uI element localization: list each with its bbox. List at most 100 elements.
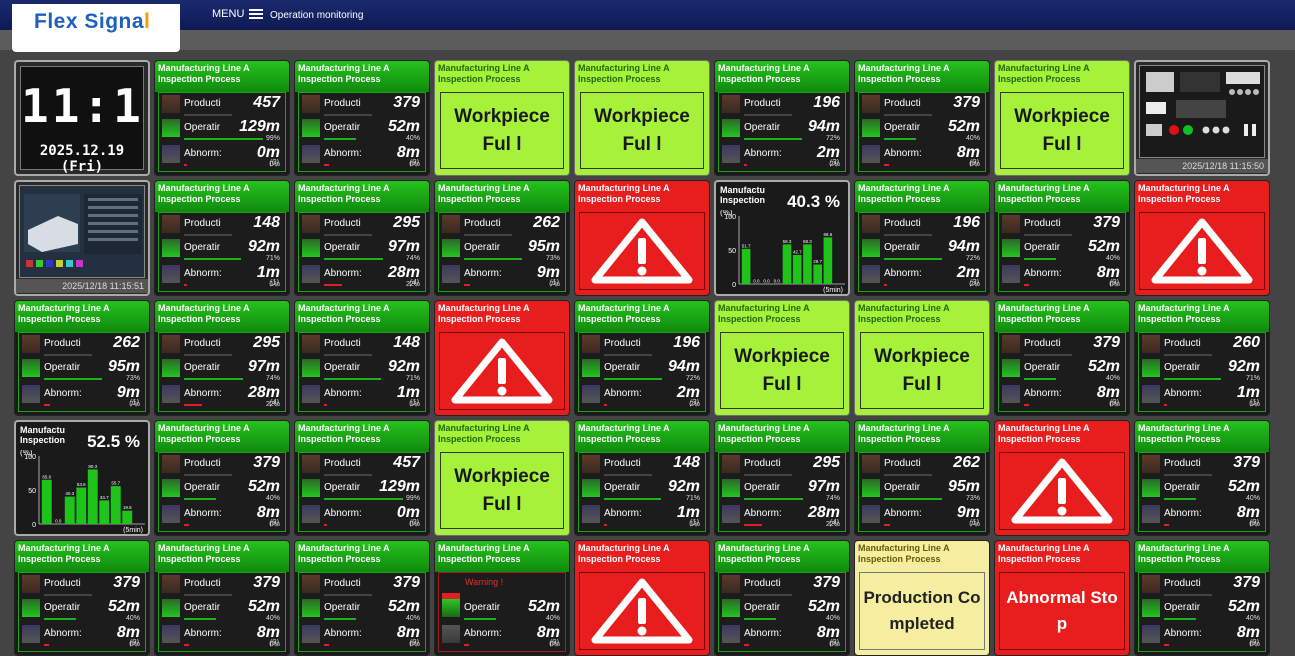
operation-row-value: 52m <box>107 598 140 615</box>
process-name: Inspection Process <box>438 74 521 84</box>
line-status-tile[interactable]: Manufacturing Line A Inspection Process Pr… <box>294 60 430 176</box>
chart-title-line2: Inspection <box>720 195 766 205</box>
process-name: Inspection Process <box>158 314 241 324</box>
line-status-tile[interactable]: Manufacturing Line A Inspection Process Pr… <box>714 540 850 656</box>
line-status-tile[interactable]: Manufacturing Line A Inspection Process Pr… <box>854 60 990 176</box>
abnormal-row: Abnorm: 2m 2% <box>722 143 842 169</box>
production-row: Producti 379 <box>302 573 422 599</box>
line-status-tile[interactable]: Manufacturing Line A Inspection Process Pr… <box>154 180 290 296</box>
tile-header: Manufacturing Line A Inspection Process <box>855 541 989 572</box>
production-row-indicator <box>302 215 320 233</box>
process-name: Inspection Process <box>298 554 381 564</box>
process-name: Inspection Process <box>1138 314 1221 324</box>
y-tick-label: 50 <box>28 488 36 495</box>
line-status-tile[interactable]: Manufacturing Line A Inspection Process Pr… <box>574 420 710 536</box>
abnormal-count: (1) <box>969 518 979 527</box>
status-tile[interactable]: Manufacturing Line A Inspection Process Pr… <box>854 540 990 656</box>
line-status-tile[interactable]: Manufacturing Line A Inspection Process Pr… <box>714 60 850 176</box>
status-tile[interactable]: Manufacturing Line A Inspection Process Wo… <box>714 300 850 416</box>
status-tile[interactable]: Manufacturing Line A Inspection Process Wo… <box>854 300 990 416</box>
bar-value-label: 51.7 <box>742 243 751 248</box>
production-row-indicator <box>162 335 180 353</box>
production-row-bar <box>324 114 372 116</box>
line-status-tile[interactable]: Manufacturing Line A Inspection Process Pr… <box>294 420 430 536</box>
production-row: Producti 379 <box>722 573 842 599</box>
operation-row-label: Operatir <box>184 122 221 133</box>
operation-row-value: 52m <box>387 598 420 615</box>
tile-header: Manufacturing Line A Inspection Process <box>575 181 709 212</box>
machine-data-line <box>88 214 138 217</box>
alarm-panel <box>579 572 705 650</box>
production-row-label: Producti <box>184 338 221 349</box>
line-status-tile[interactable]: Manufacturing Line A Inspection Process Pr… <box>994 180 1130 296</box>
line-status-tile[interactable]: Manufacturing Line A Inspection Process Pr… <box>1134 540 1270 656</box>
process-name: Inspection Process <box>158 74 241 84</box>
line-status-tile[interactable]: Manufacturing Line A Inspection Process Pr… <box>294 180 430 296</box>
production-row-indicator <box>302 95 320 113</box>
camera-tile[interactable]: 2025/12/18 11:15:50 <box>1134 60 1270 176</box>
operation-row-indicator <box>722 119 740 137</box>
panel-knob <box>1253 89 1259 95</box>
operation-row: Operatir 52m 40% <box>442 597 562 623</box>
production-row: Producti 260 <box>1142 333 1262 359</box>
abnormal-row-indicator <box>722 145 740 163</box>
line-status-tile[interactable]: Manufacturing Line A Inspection Process Pr… <box>154 420 290 536</box>
metrics-panel: Producti 379 Operatir 52m 40% Abnorm: 8m 6% (9) <box>998 332 1126 412</box>
tile-header: Manufacturing Line A Inspection Process <box>435 541 569 572</box>
abnormal-count: (1) <box>1249 398 1259 407</box>
alarm-tile[interactable]: Manufacturing Line A Inspection Process <box>434 300 570 416</box>
warning-dot <box>497 386 507 396</box>
operation-row-indicator <box>22 359 40 377</box>
chart-bar <box>813 264 822 284</box>
production-row-bar <box>744 474 792 476</box>
line-status-tile[interactable]: Manufacturing Line A Inspection Process Pr… <box>294 540 430 656</box>
line-status-tile[interactable]: Manufacturing Line A Inspection Process Pr… <box>294 300 430 416</box>
alarm-tile[interactable]: Manufacturing Line A Inspection Process <box>574 180 710 296</box>
status-tile[interactable]: Manufacturing Line A Inspection Process Ab… <box>994 540 1130 656</box>
abnormal-row: Abnorm: 9m 7% <box>442 263 562 289</box>
abnormal-row-indicator <box>302 145 320 163</box>
alarm-tile[interactable]: Manufacturing Line A Inspection Process <box>1134 180 1270 296</box>
abnormal-row-label: Abnorm: <box>184 628 222 639</box>
operation-row-bar <box>184 618 216 620</box>
abnormal-row-bar <box>1024 404 1029 406</box>
alarm-panel <box>1139 212 1265 290</box>
tile-header: Manufacturing Line A Inspection Process <box>155 541 289 572</box>
line-status-tile[interactable]: Manufacturing Line A Inspection Process Pr… <box>154 60 290 176</box>
camera-tile[interactable]: 2025/12/18 11:15:51 <box>14 180 150 296</box>
status-tile[interactable]: Manufacturing Line A Inspection Process Wo… <box>574 60 710 176</box>
process-name: Inspection Process <box>18 314 101 324</box>
line-status-tile[interactable]: Manufacturing Line A Inspection Process Pr… <box>994 300 1130 416</box>
line-status-tile[interactable]: Manufacturing Line A Inspection Process Pr… <box>1134 300 1270 416</box>
status-tile[interactable]: Manufacturing Line A Inspection Process Wo… <box>434 420 570 536</box>
line-status-tile[interactable]: Manufacturing Line A Inspection Process Pr… <box>434 180 570 296</box>
status-tile[interactable]: Manufacturing Line A Inspection Process Wo… <box>994 60 1130 176</box>
line-name: Manufacturing Line A <box>998 543 1090 553</box>
line-status-tile[interactable]: Manufacturing Line A Inspection Process Pr… <box>14 540 150 656</box>
production-row-bar <box>604 354 652 356</box>
production-row-bar <box>324 474 372 476</box>
process-name: Inspection Process <box>298 74 381 84</box>
line-status-tile[interactable]: Manufacturing Line A Inspection Process Pr… <box>714 420 850 536</box>
abnormal-count: (4) <box>409 278 419 287</box>
chart-tile[interactable]: Manufactu Inspection 40.3 % (%) 0 50 100 51.7 0.… <box>714 180 850 296</box>
top-bar <box>0 0 1295 30</box>
line-status-tile[interactable]: Manufacturing Line A Inspection Process Pr… <box>14 300 150 416</box>
line-status-tile[interactable]: Manufacturing Line A Inspection Process Wa… <box>434 540 570 656</box>
line-status-tile[interactable]: Manufacturing Line A Inspection Process Pr… <box>854 420 990 536</box>
status-tile[interactable]: Manufacturing Line A Inspection Process Wo… <box>434 60 570 176</box>
menu-button[interactable]: MENU <box>212 8 264 20</box>
line-status-tile[interactable]: Manufacturing Line A Inspection Process Pr… <box>854 180 990 296</box>
operation-row-percent: 40% <box>1245 615 1260 622</box>
line-status-tile[interactable]: Manufacturing Line A Inspection Process Pr… <box>154 540 290 656</box>
machine-status-light <box>26 260 33 267</box>
abnormal-count: (9) <box>969 158 979 167</box>
production-row: Producti 148 <box>302 333 422 359</box>
alarm-tile[interactable]: Manufacturing Line A Inspection Process <box>574 540 710 656</box>
line-status-tile[interactable]: Manufacturing Line A Inspection Process Pr… <box>154 300 290 416</box>
alarm-tile[interactable]: Manufacturing Line A Inspection Process <box>994 420 1130 536</box>
chart-tile[interactable]: Manufactu Inspection 52.5 % (%) 0 50 100 65.0 0.… <box>14 420 150 536</box>
line-status-tile[interactable]: Manufacturing Line A Inspection Process Pr… <box>1134 420 1270 536</box>
bar-value-label: 19.6 <box>123 505 132 510</box>
line-status-tile[interactable]: Manufacturing Line A Inspection Process Pr… <box>574 300 710 416</box>
